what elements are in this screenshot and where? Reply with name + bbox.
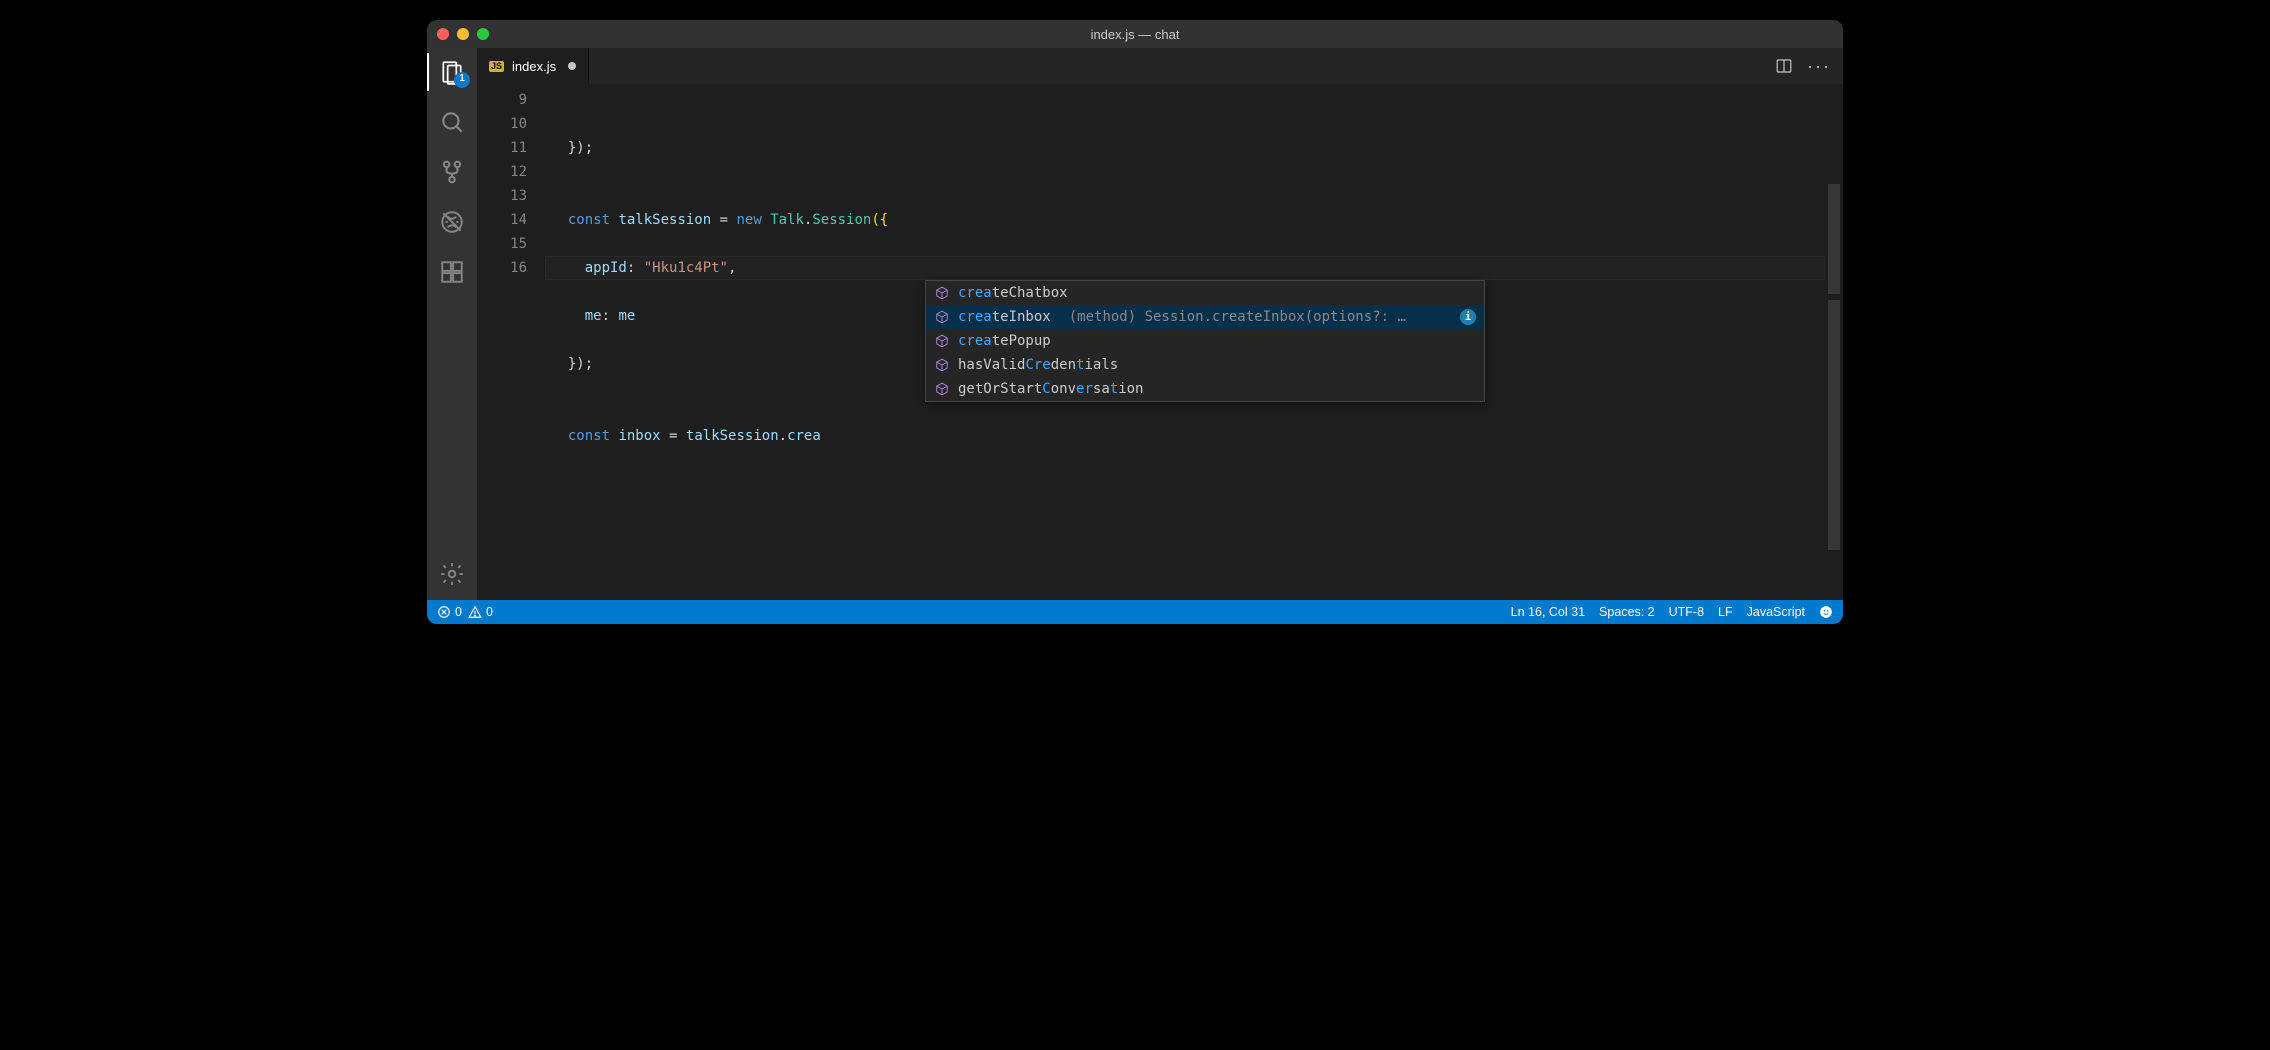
minimize-window-button[interactable] xyxy=(457,28,469,40)
dirty-indicator-icon xyxy=(568,62,576,70)
suggest-label: createChatbox xyxy=(958,281,1068,305)
suggest-item[interactable]: createChatbox xyxy=(926,281,1484,305)
titlebar[interactable]: index.js — chat xyxy=(427,20,1843,48)
explorer-icon[interactable]: 1 xyxy=(438,58,466,86)
zoom-window-button[interactable] xyxy=(477,28,489,40)
minimap[interactable] xyxy=(1825,84,1843,600)
code-editor[interactable]: 910111213141516 }); const talkSession = … xyxy=(477,84,1843,600)
warning-icon xyxy=(468,605,482,619)
eol[interactable]: LF xyxy=(1718,605,1733,619)
editor-group: JS index.js ··· 910111213141516 }); cons… xyxy=(477,48,1843,600)
statusbar: 0 0 Ln 16, Col 31 Spaces: 2 UTF-8 LF Jav… xyxy=(427,600,1843,624)
window-title: index.js — chat xyxy=(427,27,1843,42)
search-icon[interactable] xyxy=(438,108,466,136)
error-icon xyxy=(437,605,451,619)
cursor-position[interactable]: Ln 16, Col 31 xyxy=(1511,605,1585,619)
activitybar: 1 xyxy=(427,48,477,600)
line-number: 15 xyxy=(477,232,527,256)
encoding[interactable]: UTF-8 xyxy=(1669,605,1704,619)
suggest-item[interactable]: createInbox (method) Session.createInbox(… xyxy=(926,305,1484,329)
split-editor-icon[interactable] xyxy=(1775,57,1793,75)
extensions-icon[interactable] xyxy=(438,258,466,286)
suggest-detail: (method) Session.createInbox(options?: … xyxy=(1069,305,1446,329)
problems-errors[interactable]: 0 xyxy=(437,605,462,619)
line-number: 11 xyxy=(477,136,527,160)
tab-index-js[interactable]: JS index.js xyxy=(477,48,589,84)
method-icon xyxy=(934,381,950,397)
settings-gear-icon[interactable] xyxy=(438,560,466,588)
intellisense-suggest-widget[interactable]: createChatboxcreateInbox (method) Session… xyxy=(925,280,1485,402)
suggest-item[interactable]: getOrStartConversation xyxy=(926,377,1484,401)
line-number: 13 xyxy=(477,184,527,208)
explorer-badge: 1 xyxy=(454,72,470,88)
line-number: 16 xyxy=(477,256,527,280)
warning-count: 0 xyxy=(486,605,493,619)
line-number: 10 xyxy=(477,112,527,136)
suggest-label: hasValidCredentials xyxy=(958,353,1118,377)
suggest-label: getOrStartConversation xyxy=(958,377,1143,401)
problems-warnings[interactable]: 0 xyxy=(468,605,493,619)
editor-actions: ··· xyxy=(1763,48,1843,84)
info-icon[interactable]: i xyxy=(1460,309,1476,325)
feedback-smiley-icon[interactable] xyxy=(1819,605,1833,619)
method-icon xyxy=(934,285,950,301)
debug-icon[interactable] xyxy=(438,208,466,236)
tabbar: JS index.js ··· xyxy=(477,48,1843,84)
line-number-gutter: 910111213141516 xyxy=(477,84,545,600)
suggest-label: createPopup xyxy=(958,329,1051,353)
code-content[interactable]: }); const talkSession = new Talk.Session… xyxy=(545,84,1825,600)
language-mode[interactable]: JavaScript xyxy=(1747,605,1805,619)
line-number: 14 xyxy=(477,208,527,232)
js-file-icon: JS xyxy=(489,61,504,72)
current-line-highlight xyxy=(545,256,1825,280)
suggest-item[interactable]: createPopup xyxy=(926,329,1484,353)
line-number: 9 xyxy=(477,88,527,112)
tab-label: index.js xyxy=(512,59,556,74)
method-icon xyxy=(934,357,950,373)
main-area: 1 xyxy=(427,48,1843,600)
more-actions-icon[interactable]: ··· xyxy=(1807,57,1831,75)
method-icon xyxy=(934,333,950,349)
source-control-icon[interactable] xyxy=(438,158,466,186)
method-icon xyxy=(934,309,950,325)
window-controls xyxy=(437,28,489,40)
suggest-item[interactable]: hasValidCredentials xyxy=(926,353,1484,377)
indentation[interactable]: Spaces: 2 xyxy=(1599,605,1655,619)
line-number: 12 xyxy=(477,160,527,184)
close-window-button[interactable] xyxy=(437,28,449,40)
error-count: 0 xyxy=(455,605,462,619)
suggest-label: createInbox xyxy=(958,305,1051,329)
vscode-window: index.js — chat 1 xyxy=(427,20,1843,624)
